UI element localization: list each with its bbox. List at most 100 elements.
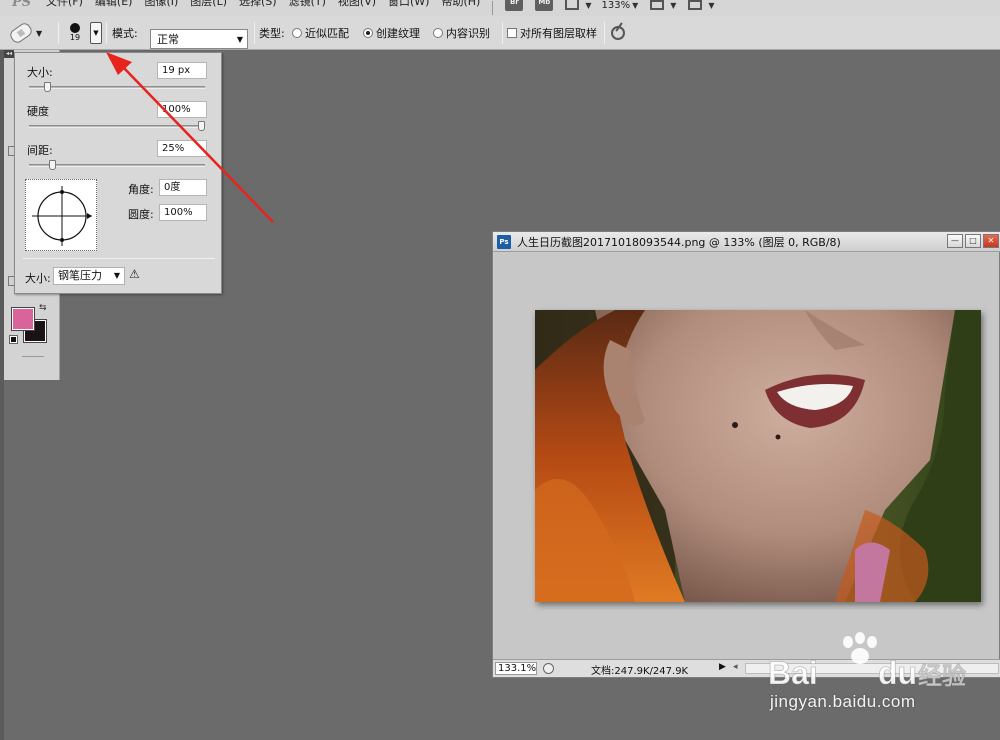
size-label: 大小: <box>27 66 53 79</box>
radio-label: 内容识别 <box>446 27 490 40</box>
scroll-left-icon[interactable]: ◂ <box>733 662 738 672</box>
pressure-icon <box>611 26 625 40</box>
radio-icon <box>292 28 302 38</box>
chevron-down-icon[interactable]: ▼ <box>585 1 591 10</box>
ps-document-icon: Ps <box>497 234 511 249</box>
hardness-label: 硬度 <box>27 105 49 118</box>
angle-label: 角度: <box>128 183 154 196</box>
menubar-divider <box>492 1 494 15</box>
collapse-toolbox-icon[interactable]: ◂◂ <box>4 50 14 58</box>
document-window: Ps 人生日历截图20171018093544.png @ 133% (图层 0… <box>492 231 1000 678</box>
mini-bridge-button[interactable]: Mb <box>535 0 554 11</box>
size-field[interactable]: 19 px <box>157 62 207 79</box>
radio-proximity-match[interactable]: 近似匹配 <box>292 16 349 50</box>
horizontal-scrollbar[interactable] <box>745 663 999 674</box>
photo-canvas[interactable] <box>535 310 981 602</box>
popup-divider <box>23 258 215 259</box>
canvas-area[interactable] <box>495 253 999 659</box>
mode-select[interactable]: 正常 ▼ <box>150 29 248 49</box>
radio-selected-icon <box>363 28 373 38</box>
document-titlebar[interactable]: Ps 人生日历截图20171018093544.png @ 133% (图层 0… <box>493 232 1000 252</box>
divider <box>58 22 59 44</box>
spacing-slider-thumb[interactable] <box>49 160 57 170</box>
size-slider-thumb[interactable] <box>44 82 52 92</box>
roundness-label: 圆度: <box>128 208 154 221</box>
menu-image[interactable]: 图像(I) <box>138 0 184 13</box>
photoshop-logo: PS <box>12 0 32 10</box>
mode-value: 正常 <box>157 33 179 46</box>
extras-icon[interactable] <box>563 0 581 11</box>
spacing-slider-track[interactable] <box>29 160 205 170</box>
chevron-down-icon: ▼ <box>236 34 243 44</box>
brush-shape-preview[interactable] <box>25 179 97 251</box>
chevron-down-icon[interactable]: ▼ <box>708 1 714 10</box>
divider <box>502 22 503 44</box>
brush-size-number: 19 <box>69 33 81 42</box>
angle-field[interactable]: 0度 <box>159 179 207 196</box>
checkbox-icon <box>507 28 517 38</box>
size-control-select[interactable]: 钢笔压力 ▼ <box>53 267 125 285</box>
watermark-url: jingyan.baidu.com <box>770 692 916 711</box>
brush-picker[interactable]: 19 ▼ <box>64 16 106 50</box>
radio-label: 近似匹配 <box>305 27 349 40</box>
chevron-down-icon[interactable]: ▼ <box>632 1 638 10</box>
minimize-button[interactable]: — <box>947 234 963 248</box>
zoom-level-dropdown[interactable]: 133% <box>602 0 631 11</box>
menu-window[interactable]: 窗口(W) <box>382 0 435 13</box>
radio-content-aware[interactable]: 内容识别 <box>433 16 490 50</box>
swap-colors-icon[interactable]: ⇆ <box>39 303 47 313</box>
foreground-color-swatch[interactable] <box>11 307 35 331</box>
brush-angle-icon <box>32 186 92 246</box>
warning-icon: ⚠ <box>129 267 140 281</box>
menu-select[interactable]: 选择(S) <box>233 0 283 13</box>
brush-preset-popup: 大小: 19 px 硬度 100% 间距: 25% 角度: 0度 圆度: 100… <box>14 52 222 294</box>
spacing-label: 间距: <box>27 144 53 157</box>
document-size-info: 文档:247.9K/247.9K <box>591 666 689 677</box>
brush-picker-dropdown-button[interactable]: ▼ <box>90 22 102 44</box>
menu-bar: PS 文件(F) 编辑(E) 图像(I) 图层(L) 选择(S) 滤镜(T) 视… <box>0 0 1000 16</box>
radio-label: 创建纹理 <box>376 27 420 40</box>
chevron-down-icon: ▼ <box>113 271 120 280</box>
brush-tip-icon <box>70 23 80 33</box>
size-slider-track[interactable] <box>29 82 205 92</box>
document-statusbar: 133.1% 文档:247.9K/247.9K ▶ ◂ <box>493 659 1000 677</box>
menu-file[interactable]: 文件(F) <box>40 0 89 13</box>
radio-create-texture[interactable]: 创建纹理 <box>363 16 420 50</box>
menu-filter[interactable]: 滤镜(T) <box>283 0 332 13</box>
status-options-icon[interactable] <box>543 663 554 674</box>
toolbox-divider <box>22 356 44 357</box>
arrange-documents-icon[interactable] <box>648 0 666 11</box>
chevron-down-icon[interactable]: ▼ <box>670 1 676 10</box>
divider <box>254 22 255 44</box>
chevron-down-icon: ▼ <box>36 28 43 38</box>
bridge-button[interactable]: Br <box>505 0 524 11</box>
roundness-field[interactable]: 100% <box>159 204 207 221</box>
hardness-slider-thumb[interactable] <box>198 121 205 131</box>
close-button[interactable]: ✕ <box>983 234 999 248</box>
status-menu-arrow-icon[interactable]: ▶ <box>719 662 726 672</box>
tool-preset-picker[interactable]: ▼ <box>7 16 54 50</box>
mode-label: 模式: <box>112 27 138 40</box>
portrait-photo <box>535 310 981 602</box>
menu-help[interactable]: 帮助(H) <box>435 0 486 13</box>
menu-edit[interactable]: 编辑(E) <box>89 0 139 13</box>
document-title: 人生日历截图20171018093544.png @ 133% (图层 0, R… <box>517 235 841 249</box>
options-bar: ▼ 19 ▼ 模式: 正常 ▼ 类型: 近似匹配 创建纹理 内容识别 对所有图层… <box>0 16 1000 50</box>
divider <box>604 22 605 44</box>
menu-layer[interactable]: 图层(L) <box>184 0 233 13</box>
type-label: 类型: <box>259 27 285 40</box>
spacing-field[interactable]: 25% <box>157 140 207 157</box>
zoom-field[interactable]: 133.1% <box>495 662 537 675</box>
radio-icon <box>433 28 443 38</box>
checkbox-label: 对所有图层取样 <box>520 27 597 40</box>
divider <box>106 22 107 44</box>
pen-size-label: 大小: <box>25 272 51 285</box>
screen-mode-icon[interactable] <box>686 0 704 11</box>
sample-all-layers-checkbox[interactable]: 对所有图层取样 <box>507 16 597 50</box>
tablet-pressure-button[interactable] <box>611 16 631 50</box>
menu-view[interactable]: 视图(V) <box>332 0 382 13</box>
maximize-button[interactable]: □ <box>965 234 981 248</box>
default-colors-icon[interactable] <box>9 335 18 344</box>
hardness-field[interactable]: 100% <box>157 101 207 118</box>
hardness-slider-track[interactable] <box>29 121 205 131</box>
